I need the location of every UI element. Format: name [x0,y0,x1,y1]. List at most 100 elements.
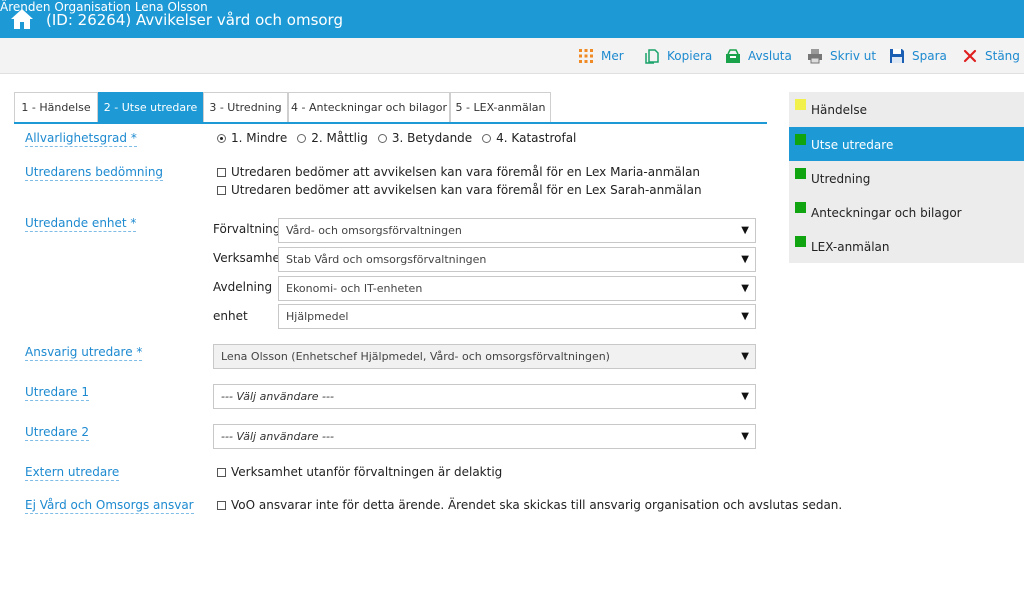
radio-selected[interactable] [217,133,226,143]
more-button[interactable]: Mer [578,47,624,65]
close-label: Stäng [985,49,1020,63]
printer-icon [808,49,822,64]
save-label: Spara [912,49,947,63]
status-green-icon [795,236,806,247]
unit-label[interactable]: Utredande enhet * [25,216,137,232]
dropdown-arrow-icon: ▼ [741,351,749,362]
verksamhet-value: Stab Vård och omsorgsförvaltningen [286,253,487,266]
copy-button[interactable]: Kopiera [644,47,712,65]
step-panel: Händelse Utse utredare Utredning Anteckn… [789,92,1024,263]
copy-icon [645,49,659,64]
tab-anteckningar[interactable]: 4 - Anteckningar och bilagor [288,92,450,123]
external-option-label: Verksamhet utanför förvaltningen är dela… [231,465,503,479]
dropdown-arrow-icon: ▼ [741,431,749,442]
severity-option-2[interactable]: 2. Måttlig [297,131,368,145]
dropdown-arrow-icon: ▼ [741,225,749,236]
severity-radio-group: 1. Mindre 2. Måttlig 3. Betydande 4. Kat… [217,131,586,145]
grid-icon [579,49,593,63]
severity-option-4[interactable]: 4. Katastrofal [482,131,576,145]
severity-label[interactable]: Allvarlighetsgrad * [25,131,137,147]
dropdown-arrow-icon: ▼ [741,311,749,322]
dropdown-arrow-icon: ▼ [741,254,749,265]
print-label: Skriv ut [830,49,877,63]
status-green-icon [795,202,806,213]
step-item-anteckningar[interactable]: Anteckningar och bilagor [789,195,1024,229]
enhet-select[interactable]: Hjälpmedel ▼ [278,304,756,329]
avdelning-label: Avdelning [213,280,273,294]
responsible-select[interactable]: Lena Olsson (Enhetschef Hjälpmedel, Vård… [213,344,756,369]
responsible-value: Lena Olsson (Enhetschef Hjälpmedel, Vård… [221,350,610,363]
severity-option-1-label: 1. Mindre [231,131,288,145]
step-item-utse-utredare[interactable]: Utse utredare [789,127,1024,161]
external-checkbox-row[interactable]: Verksamhet utanför förvaltningen är dela… [217,465,502,479]
copy-label: Kopiera [667,49,713,63]
responsible-label[interactable]: Ansvarig utredare * [25,345,143,361]
step-label: LEX-anmälan [811,240,890,254]
home-icon[interactable] [10,8,34,30]
radio[interactable] [297,133,307,143]
investigator2-select[interactable]: --- Välj användare --- ▼ [213,424,756,449]
dropdown-arrow-icon: ▼ [741,283,749,294]
severity-option-3-label: 3. Betydande [391,131,473,145]
lex-maria-checkbox[interactable] [217,167,226,177]
avdelning-value: Ekonomi- och IT-enheten [286,282,423,295]
step-label: Händelse [811,103,867,117]
dropdown-arrow-icon: ▼ [741,391,749,402]
status-green-icon [795,134,806,145]
forvaltning-value: Vård- och omsorgsförvaltningen [286,224,462,237]
external-checkbox[interactable] [217,467,226,477]
not-voo-checkbox-row[interactable]: VoO ansvarar inte för detta ärende. Ären… [217,498,842,512]
forvaltning-select[interactable]: Vård- och omsorgsförvaltningen ▼ [278,218,756,243]
not-voo-option-label: VoO ansvarar inte för detta ärende. Ären… [231,498,843,512]
radio[interactable] [482,133,492,143]
enhet-value: Hjälpmedel [286,310,349,323]
tab-utredning[interactable]: 3 - Utredning [203,92,288,123]
verksamhet-label: Verksamhet [213,251,285,265]
investigator1-select[interactable]: --- Välj användare --- ▼ [213,384,756,409]
enhet-label: enhet [213,309,248,323]
top-bar: (ID: 26264) Avvikelser vård och omsorg Ä… [0,0,1024,38]
external-label[interactable]: Extern utredare [25,465,120,481]
investigator1-label[interactable]: Utredare 1 [25,385,90,401]
finish-button[interactable]: Avsluta [725,47,792,65]
verksamhet-select[interactable]: Stab Vård och omsorgsförvaltningen ▼ [278,247,756,272]
severity-option-2-label: 2. Måttlig [311,131,368,145]
step-label: Utse utredare [811,138,894,152]
severity-option-4-label: 4. Katastrofal [496,131,577,145]
assessment-label[interactable]: Utredarens bedömning [25,165,164,181]
finish-icon [726,49,740,63]
tab-underline [14,122,767,124]
lex-sarah-checkbox[interactable] [217,185,226,195]
finish-label: Avsluta [748,49,792,63]
lex-maria-checkbox-row[interactable]: Utredaren bedömer att avvikelsen kan var… [217,165,700,179]
lex-sarah-label: Utredaren bedömer att avvikelsen kan var… [231,183,702,197]
lex-sarah-checkbox-row[interactable]: Utredaren bedömer att avvikelsen kan var… [217,183,702,197]
step-item-utredning[interactable]: Utredning [789,161,1024,195]
step-item-handelse[interactable]: Händelse [789,92,1024,126]
not-voo-checkbox[interactable] [217,500,226,510]
app-title: (ID: 26264) Avvikelser vård och omsorg [46,11,343,29]
forvaltning-label: Förvaltning [213,222,281,236]
radio[interactable] [377,133,387,143]
close-button[interactable]: Stäng [962,47,1020,65]
not-voo-label[interactable]: Ej Vård och Omsorgs ansvar [25,498,194,514]
save-button[interactable]: Spara [889,47,947,65]
investigator1-value: --- Välj användare --- [221,390,334,403]
tab-utse-utredare[interactable]: 2 - Utse utredare [98,92,203,123]
step-label: Anteckningar och bilagor [811,206,962,220]
investigator2-value: --- Välj användare --- [221,430,334,443]
print-button[interactable]: Skriv ut [807,47,876,65]
step-label: Utredning [811,172,871,186]
more-label: Mer [601,49,624,63]
investigator2-label[interactable]: Utredare 2 [25,425,90,441]
tab-handelse[interactable]: 1 - Händelse [14,92,98,123]
status-yellow-icon [795,99,806,110]
floppy-icon [890,49,904,63]
step-item-lex-anmalan[interactable]: LEX-anmälan [789,229,1024,263]
avdelning-select[interactable]: Ekonomi- och IT-enheten ▼ [278,276,756,301]
status-green-icon [795,168,806,179]
severity-option-1[interactable]: 1. Mindre [217,131,287,145]
close-icon [963,49,977,63]
severity-option-3[interactable]: 3. Betydande [377,131,473,145]
tab-lex-anmalan[interactable]: 5 - LEX-anmälan [450,92,551,123]
